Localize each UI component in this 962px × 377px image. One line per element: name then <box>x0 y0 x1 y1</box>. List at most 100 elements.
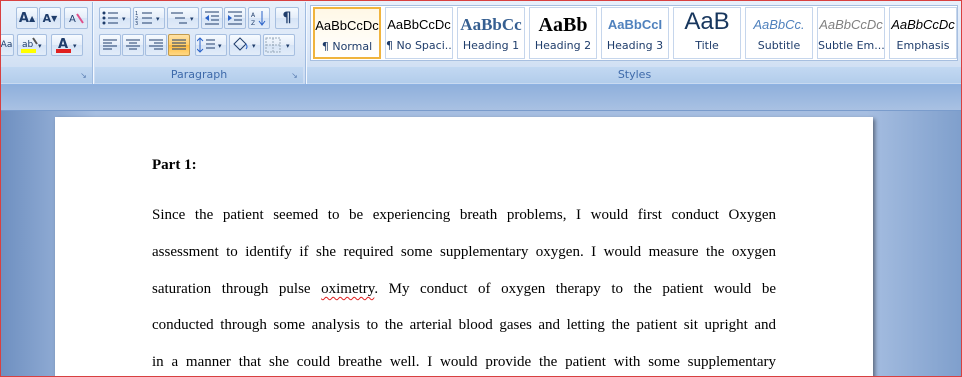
group-separator <box>305 2 306 84</box>
svg-text:▾: ▾ <box>218 42 222 50</box>
shading-button[interactable]: ▾ <box>229 34 261 56</box>
numbering-button[interactable]: 1 2 3 ▾ <box>133 7 165 29</box>
svg-text:ab: ab <box>22 40 34 50</box>
font-color-icon: A ▾ <box>56 37 77 53</box>
paragraph-line: conducted through some analysis to the a… <box>152 317 776 333</box>
sort-icon: AZ <box>251 11 266 26</box>
shrink-font-button[interactable]: A ▼ <box>39 7 61 29</box>
line-text: . My conduct of oxygen therapy to the pa… <box>374 281 777 297</box>
svg-text:Z: Z <box>251 20 255 26</box>
style-sample: AaBbCcDc <box>819 17 883 32</box>
style-sample: AaBbCc. <box>753 17 805 32</box>
part-heading: Part 1: <box>152 157 197 173</box>
style-sample: AaBbCc <box>460 15 522 34</box>
numbering-icon: 123▾ <box>135 11 160 26</box>
clear-formatting-button[interactable]: A <box>64 7 88 29</box>
align-left-button[interactable] <box>99 34 121 56</box>
style-tile-title[interactable]: AaB Title <box>673 7 741 59</box>
line-spacing-button[interactable]: ▾ <box>195 34 227 56</box>
paragraph-group-label: Paragraph <box>95 67 303 83</box>
increase-indent-icon <box>228 11 242 25</box>
ribbon: A ▲ A ▼ A Aa ab ▾ A ▾ ↘ ▾ 1 2 3 ▾ ▾ A Z … <box>0 0 962 85</box>
line-spacing-icon: ▾ <box>197 37 222 53</box>
grow-arrow-icon: ▲ <box>28 13 36 23</box>
paragraph-dialog-launcher-icon[interactable]: ↘ <box>290 71 299 80</box>
style-name: Emphasis <box>896 39 950 52</box>
svg-text:▾: ▾ <box>190 15 194 23</box>
svg-text:▾: ▾ <box>286 42 290 50</box>
align-right-icon <box>149 39 163 50</box>
justify-button[interactable] <box>168 34 190 56</box>
increase-indent-button[interactable] <box>224 7 246 29</box>
show-formatting-marks-button[interactable]: ¶ <box>275 7 299 29</box>
style-tile-subtitle[interactable]: AaBbCc. Subtitle <box>745 7 813 59</box>
shrink-font-label: A <box>42 11 52 25</box>
grow-font-button[interactable]: A ▲ <box>16 7 38 29</box>
ruler-strip <box>0 85 962 111</box>
svg-text:▾: ▾ <box>122 15 126 23</box>
line-text: saturation through pulse <box>152 281 322 297</box>
style-sample: AaBb <box>538 14 588 36</box>
style-tile-emphasis[interactable]: AaBbCcDc Emphasis <box>889 7 957 59</box>
group-separator <box>92 2 93 84</box>
change-case-label: Aa <box>0 40 13 50</box>
multilevel-list-icon: ▾ <box>171 12 194 24</box>
justify-icon <box>172 39 186 50</box>
paragraph-line: assessment to identify if she required s… <box>152 244 776 260</box>
paragraph-group: ▾ 1 2 3 ▾ ▾ AZ ¶ ▾ ▾ ▾ Paragraph ↘ <box>95 0 303 85</box>
styles-gallery: AaBbCcDc ¶ Normal AaBbCcDc ¶ No Spaci...… <box>310 5 958 61</box>
bullets-button[interactable]: ▾ <box>99 7 131 29</box>
style-sample: AaB <box>684 8 730 35</box>
font-color-button[interactable]: A ▾ <box>51 34 83 56</box>
decrease-indent-button[interactable] <box>201 7 223 29</box>
style-tile-heading-2[interactable]: AaBb Heading 2 <box>529 7 597 59</box>
change-case-button[interactable]: Aa <box>0 34 14 56</box>
align-right-button[interactable] <box>145 34 167 56</box>
text-highlight-button[interactable]: ab ▾ <box>17 34 47 56</box>
misspelled-word[interactable]: oximetry <box>321 281 374 297</box>
style-name: Title <box>695 39 719 52</box>
style-name: Subtitle <box>757 39 801 52</box>
style-name: ¶ No Spaci... <box>386 39 453 52</box>
style-sample: AaBbCcDc <box>891 17 955 32</box>
style-name: ¶ Normal <box>321 40 373 53</box>
pilcrow-icon: ¶ <box>282 10 292 26</box>
style-name: Heading 3 <box>606 39 664 52</box>
font-group: A ▲ A ▼ A Aa ab ▾ A ▾ ↘ <box>0 0 92 85</box>
highlighter-icon: ab ▾ <box>21 37 42 53</box>
bullets-icon: ▾ <box>102 11 126 25</box>
svg-text:A: A <box>69 14 76 25</box>
multilevel-list-button[interactable]: ▾ <box>167 7 199 29</box>
styles-group-label: Styles <box>307 67 962 83</box>
sort-button[interactable]: AZ <box>248 7 270 29</box>
style-name: Heading 2 <box>534 39 592 52</box>
style-sample: AaBbCcI <box>607 17 663 32</box>
svg-text:A: A <box>251 12 256 19</box>
align-center-button[interactable] <box>122 34 144 56</box>
borders-icon: ▾ <box>265 37 290 53</box>
document-page[interactable]: Part 1: Since the patient seemed to be e… <box>55 117 873 377</box>
clear-formatting-icon: A <box>69 13 84 25</box>
svg-text:▾: ▾ <box>38 42 42 50</box>
borders-button[interactable]: ▾ <box>263 34 295 56</box>
grow-font-label: A <box>18 10 29 26</box>
svg-text:▾: ▾ <box>252 42 256 50</box>
align-center-icon <box>126 39 140 50</box>
paragraph-line: Since the patient seemed to be experienc… <box>152 207 776 223</box>
style-tile-heading-3[interactable]: AaBbCcI Heading 3 <box>601 7 669 59</box>
paint-bucket-icon: ▾ <box>233 37 256 51</box>
style-tile-normal[interactable]: AaBbCcDc ¶ Normal <box>313 7 381 59</box>
font-dialog-launcher-icon[interactable]: ↘ <box>79 71 88 80</box>
shrink-arrow-icon: ▼ <box>51 13 58 23</box>
style-tile-no-spacing[interactable]: AaBbCcDc ¶ No Spaci... <box>385 7 453 59</box>
style-tile-subtle-emphasis[interactable]: AaBbCcDc Subtle Em... <box>817 7 885 59</box>
style-sample: AaBbCcDc <box>387 17 451 32</box>
style-name: Heading 1 <box>462 39 520 52</box>
svg-text:▾: ▾ <box>156 15 160 23</box>
svg-text:▾: ▾ <box>73 42 77 50</box>
svg-text:3: 3 <box>135 21 138 26</box>
align-left-icon <box>103 39 117 50</box>
style-tile-heading-1[interactable]: AaBbCc Heading 1 <box>457 7 525 59</box>
style-sample: AaBbCcDc <box>315 18 379 33</box>
paragraph-line: in a manner that she could breathe well.… <box>152 354 776 370</box>
